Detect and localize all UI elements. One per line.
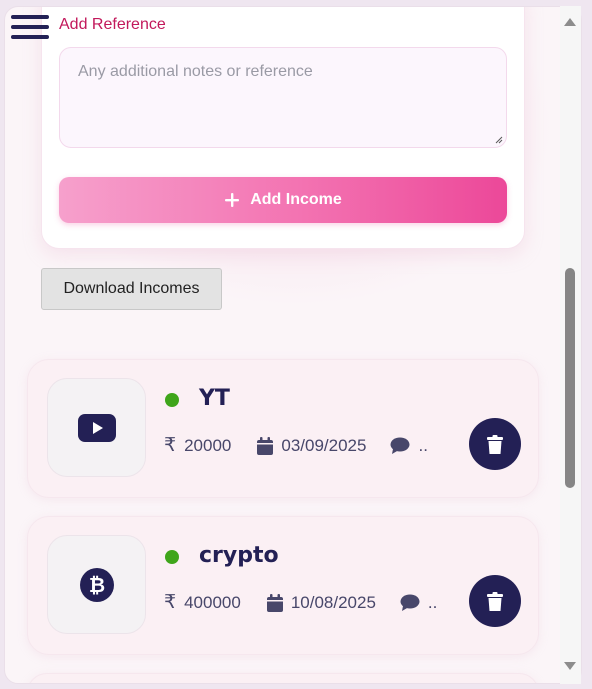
amount-group: ₹ 400000: [164, 591, 241, 614]
comment-icon: [390, 437, 410, 454]
calendar-icon: [266, 593, 283, 612]
income-date: 10/08/2025: [290, 592, 376, 612]
scrollbar-thumb[interactable]: [565, 268, 575, 488]
resize-handle-icon[interactable]: [495, 136, 503, 144]
income-meta: ₹ 20000 03/09/2025 ..: [164, 434, 428, 457]
bitcoin-icon: ₿: [79, 567, 114, 602]
rupee-icon: ₹: [164, 592, 177, 613]
income-card: [27, 673, 539, 683]
income-note: ..: [418, 435, 428, 455]
status-dot: [165, 393, 179, 407]
income-amount: 400000: [184, 592, 241, 612]
income-card: YT ₹ 20000 03/09/2025 ..: [27, 359, 539, 498]
reference-label: Add Reference: [59, 16, 166, 33]
hamburger-menu-icon[interactable]: [11, 15, 51, 45]
note-group: ..: [400, 593, 437, 613]
scrollbar[interactable]: [560, 6, 581, 684]
app-window: Add Reference Any additional notes or re…: [4, 6, 582, 684]
income-note: ..: [427, 592, 438, 612]
scroll-up-arrow-icon[interactable]: [564, 18, 576, 26]
calendar-icon: [257, 436, 274, 455]
notes-placeholder: Any additional notes or reference: [78, 63, 313, 80]
delete-button[interactable]: [469, 575, 521, 627]
add-income-label: Add Income: [250, 191, 342, 208]
income-date: 03/09/2025: [281, 435, 367, 455]
trash-icon: [487, 434, 503, 454]
income-card: ₿ crypto ₹ 400000 10/08/2025 ..: [27, 516, 539, 655]
trash-icon: [487, 591, 503, 611]
comment-icon: [400, 594, 420, 611]
plus-icon: [225, 193, 240, 207]
scroll-down-arrow-icon[interactable]: [564, 662, 576, 670]
notes-textarea[interactable]: Any additional notes or reference: [59, 47, 507, 148]
rupee-icon: ₹: [164, 435, 177, 456]
delete-button[interactable]: [469, 418, 521, 470]
income-icon-box: [47, 378, 146, 477]
income-title: YT: [199, 386, 230, 411]
add-income-button[interactable]: Add Income: [59, 177, 507, 223]
date-group: 03/09/2025: [257, 436, 366, 456]
income-amount: 20000: [184, 435, 232, 455]
income-meta: ₹ 400000 10/08/2025 ..: [164, 591, 437, 614]
date-group: 10/08/2025: [266, 592, 376, 613]
note-group: ..: [390, 435, 428, 456]
income-icon-box: ₿: [47, 535, 146, 634]
amount-group: ₹ 20000: [164, 434, 231, 457]
svg-text:₿: ₿: [88, 573, 104, 597]
youtube-icon: [77, 413, 116, 442]
download-incomes-button[interactable]: Download Incomes: [41, 268, 222, 310]
status-dot: [165, 550, 179, 564]
income-title: crypto: [199, 543, 279, 568]
